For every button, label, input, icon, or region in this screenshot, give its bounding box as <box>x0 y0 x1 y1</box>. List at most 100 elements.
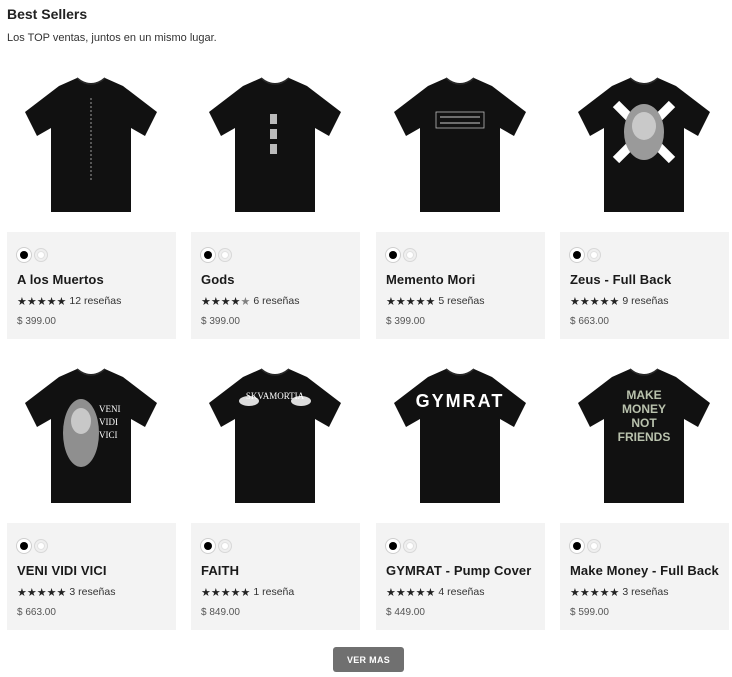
star-icon: ★ <box>201 585 211 599</box>
star-icon: ★ <box>395 585 406 599</box>
product-info: VENI VIDI VICI ★ ★ ★ ★ ★ 3 reseñas $ 663.00 <box>7 523 176 630</box>
star-icon: ★ <box>210 585 221 599</box>
product-rating: ★ ★ ★ ★ ★ 4 reseñas <box>386 586 485 598</box>
svg-text:VICI: VICI <box>99 430 118 440</box>
section-subtitle: Los TOP ventas, juntos en un mismo lugar… <box>7 32 217 44</box>
product-image[interactable] <box>560 64 729 232</box>
product-image[interactable]: MAKE MONEY NOT FRIENDS <box>560 355 729 523</box>
star-icon: ★ <box>425 585 436 599</box>
product-price: $ 399.00 <box>17 316 56 327</box>
color-swatches <box>570 248 601 262</box>
star-icon: ★ <box>26 294 37 308</box>
star-icon: ★ <box>599 294 610 308</box>
star-icon: ★ <box>56 585 67 599</box>
swatch-black[interactable] <box>386 539 400 553</box>
product-info: Gods ★ ★ ★ ★ ★ 6 reseñas $ 399.00 <box>191 232 360 339</box>
review-count[interactable]: 1 reseña <box>253 586 294 598</box>
svg-text:SKVAMORTIA: SKVAMORTIA <box>246 391 305 401</box>
star-icon: ★ <box>609 294 620 308</box>
product-rating: ★ ★ ★ ★ ★ 6 reseñas <box>201 295 300 307</box>
product-info: A los Muertos ★ ★ ★ ★ ★ 12 reseñas $ 399.00 <box>7 232 176 339</box>
product-rating: ★ ★ ★ ★ ★ 12 reseñas <box>17 295 121 307</box>
product-rating: ★ ★ ★ ★ ★ 1 reseña <box>201 586 294 598</box>
rating-stars: ★ ★ ★ ★ ★ <box>386 587 435 598</box>
product-price: $ 399.00 <box>201 316 240 327</box>
product-name[interactable]: Zeus - Full Back <box>570 272 722 287</box>
rating-stars: ★ ★ ★ ★ ★ <box>570 587 619 598</box>
star-icon: ★ <box>395 294 406 308</box>
product-rating: ★ ★ ★ ★ ★ 5 reseñas <box>386 295 485 307</box>
review-count[interactable]: 3 reseñas <box>622 586 668 598</box>
product-image[interactable]: VENI VIDI VICI <box>7 355 176 523</box>
svg-text:VIDI: VIDI <box>99 417 118 427</box>
product-name[interactable]: Gods <box>201 272 353 287</box>
product-info: Make Money - Full Back ★ ★ ★ ★ ★ 3 reseñas $… <box>560 523 729 630</box>
swatch-black[interactable] <box>17 248 31 262</box>
review-count[interactable]: 6 reseñas <box>253 295 299 307</box>
product-image[interactable]: GYMRAT <box>376 355 545 523</box>
product-name[interactable]: A los Muertos <box>17 272 169 287</box>
product-price: $ 663.00 <box>17 607 56 618</box>
product-name[interactable]: Memento Mori <box>386 272 538 287</box>
review-count[interactable]: 3 reseñas <box>69 586 115 598</box>
product-info: Memento Mori ★ ★ ★ ★ ★ 5 reseñas $ 399.00 <box>376 232 545 339</box>
ver-mas-button[interactable]: VER MAS <box>333 647 404 672</box>
product-info: FAITH ★ ★ ★ ★ ★ 1 reseña $ 849.00 <box>191 523 360 630</box>
review-count[interactable]: 12 reseñas <box>69 295 121 307</box>
product-name[interactable]: Make Money - Full Back <box>570 563 722 578</box>
star-icon: ★ <box>230 585 241 599</box>
star-icon: ★ <box>17 294 27 308</box>
star-icon: ★ <box>589 585 600 599</box>
swatch-white[interactable] <box>587 248 601 262</box>
rating-stars: ★ ★ ★ ★ ★ <box>201 296 250 307</box>
product-image[interactable]: SKVAMORTIA <box>191 355 360 523</box>
product-info: Zeus - Full Back ★ ★ ★ ★ ★ 9 reseñas $ 663.0… <box>560 232 729 339</box>
star-icon: ★ <box>415 585 426 599</box>
swatch-black[interactable] <box>201 248 215 262</box>
swatch-white[interactable] <box>403 248 417 262</box>
star-icon: ★ <box>415 294 426 308</box>
swatch-white[interactable] <box>34 539 48 553</box>
star-icon: ★ <box>579 294 590 308</box>
star-icon: ★ <box>46 585 57 599</box>
rating-stars: ★ ★ ★ ★ ★ <box>386 296 435 307</box>
swatch-white[interactable] <box>403 539 417 553</box>
swatch-black[interactable] <box>386 248 400 262</box>
swatch-white[interactable] <box>34 248 48 262</box>
star-icon: ★ <box>386 294 396 308</box>
review-count[interactable]: 9 reseñas <box>622 295 668 307</box>
product-image[interactable] <box>7 64 176 232</box>
star-icon: ★ <box>210 294 221 308</box>
product-image[interactable] <box>191 64 360 232</box>
swatch-black[interactable] <box>201 539 215 553</box>
rating-stars: ★ ★ ★ ★ ★ <box>17 296 66 307</box>
star-icon: ★ <box>46 294 57 308</box>
star-icon: ★ <box>579 585 590 599</box>
swatch-black[interactable] <box>570 248 584 262</box>
product-image[interactable] <box>376 64 545 232</box>
review-count[interactable]: 4 reseñas <box>438 586 484 598</box>
review-count[interactable]: 5 reseñas <box>438 295 484 307</box>
swatch-black[interactable] <box>570 539 584 553</box>
star-icon: ★ <box>570 585 580 599</box>
product-name[interactable]: VENI VIDI VICI <box>17 563 169 578</box>
star-icon: ★ <box>26 585 37 599</box>
svg-text:VENI: VENI <box>99 404 121 414</box>
swatch-white[interactable] <box>218 539 232 553</box>
svg-text:MAKE: MAKE <box>626 388 661 402</box>
star-icon: ★ <box>240 585 251 599</box>
star-icon: ★ <box>425 294 436 308</box>
product-name[interactable]: FAITH <box>201 563 353 578</box>
swatch-white[interactable] <box>218 248 232 262</box>
product-name[interactable]: GYMRAT - Pump Cover <box>386 563 538 578</box>
swatch-white[interactable] <box>587 539 601 553</box>
star-icon: ★ <box>17 585 27 599</box>
svg-text:MONEY: MONEY <box>622 402 666 416</box>
star-icon: ★ <box>609 585 620 599</box>
star-icon: ★ <box>230 294 241 308</box>
swatch-black[interactable] <box>17 539 31 553</box>
product-rating: ★ ★ ★ ★ ★ 3 reseñas <box>17 586 116 598</box>
rating-stars: ★ ★ ★ ★ ★ <box>17 587 66 598</box>
star-icon: ★ <box>570 294 580 308</box>
star-icon: ★ <box>589 294 600 308</box>
